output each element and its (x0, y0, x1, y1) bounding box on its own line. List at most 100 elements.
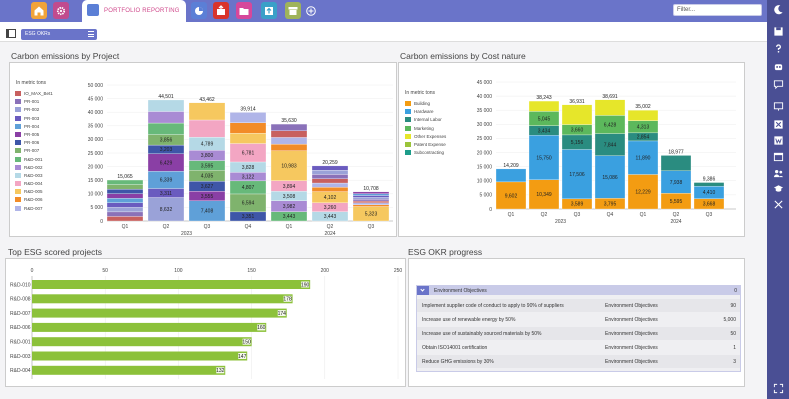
segment-label: 7,408 (201, 209, 214, 215)
score-bar (32, 280, 311, 289)
bar-segment (594, 99, 626, 116)
segment-label: 3,800 (201, 153, 214, 159)
tab-esg-okrs[interactable]: ESG OKRs (21, 29, 97, 40)
project-label: R&D-006 (10, 325, 31, 331)
upload-button[interactable] (261, 2, 277, 19)
y-tick-label: 5 000 (90, 205, 103, 211)
x-tick-label: Q1 (122, 224, 129, 230)
bar-segment (311, 187, 349, 192)
segment-label: 7,844 (604, 142, 617, 148)
report-tab-icon (87, 4, 99, 16)
segment-label: 3,311 (160, 191, 172, 197)
y-tick-label: 35 000 (477, 108, 493, 114)
table-row[interactable]: Obtain ISO14001 certification Environmen… (417, 341, 740, 354)
menu-icon[interactable] (88, 31, 94, 37)
night-mode-button[interactable] (772, 4, 784, 15)
x-tick-label: 50 (102, 268, 108, 274)
segment-label: 3,828 (242, 165, 255, 171)
total-label: 39,914 (240, 106, 256, 112)
total-label: 36,931 (569, 99, 585, 105)
table-row[interactable]: Increase use of renewable energy by 50% … (417, 313, 740, 326)
score-label: 132 (216, 368, 225, 374)
year-label: 2023 (181, 231, 192, 237)
bar-segment (229, 112, 267, 123)
x-tick-label: 250 (394, 268, 403, 274)
settings-button[interactable] (53, 2, 69, 19)
plus-circle-icon (306, 5, 316, 16)
total-label: 20,259 (322, 160, 338, 166)
upload-icon (265, 6, 273, 15)
bar-segment (352, 202, 390, 205)
tab-portfolio-reporting[interactable]: PORTFOLIO REPORTING (82, 0, 186, 22)
segment-label: 6,339 (160, 178, 173, 184)
total-label: 38,243 (536, 95, 552, 101)
presentation-button[interactable] (772, 101, 784, 112)
project-label: R&D-003 (10, 354, 31, 360)
okr-group-value: 0 (734, 288, 737, 294)
segment-label: 5,323 (365, 212, 378, 218)
x-tick-label: Q1 (640, 212, 647, 218)
presentation-icon (773, 102, 783, 111)
word-icon (773, 136, 783, 145)
okr-group-row[interactable]: Environment Objectives 0 (417, 286, 740, 295)
export-button[interactable] (213, 2, 229, 19)
tools-button[interactable] (772, 199, 784, 210)
training-button[interactable] (772, 183, 784, 194)
bar-segment (188, 102, 226, 121)
archive-button[interactable] (285, 2, 301, 19)
excel-button[interactable] (772, 119, 784, 130)
table-row[interactable]: Reduce GHG emissions by 30% Environment … (417, 355, 740, 368)
users-icon (773, 170, 783, 178)
segment-label: 5,156 (571, 140, 584, 146)
calendar-icon (773, 152, 783, 162)
home-button[interactable] (31, 2, 47, 19)
segment-label: 4,313 (637, 125, 650, 131)
calendar-button[interactable] (772, 151, 784, 162)
segment-label: 3,795 (604, 201, 617, 207)
y-tick-label: 40 000 (477, 94, 493, 100)
segment-label: 10,983 (281, 164, 297, 170)
bar-segment (106, 211, 144, 217)
okr-table: Environment Objectives 0 Implement suppl… (416, 285, 741, 372)
add-tab-button[interactable] (303, 2, 319, 19)
total-label: 18,977 (668, 149, 684, 155)
okr-name: Obtain ISO14001 certification (422, 344, 488, 351)
x-tick-label: 100 (174, 268, 183, 274)
segment-label: 12,229 (635, 190, 651, 196)
table-row[interactable]: Increase use of sustainably sourced mate… (417, 327, 740, 340)
x-tick-label: Q3 (706, 212, 713, 218)
bar-segment (660, 155, 692, 171)
fullscreen-button[interactable] (772, 383, 784, 394)
assistant-button[interactable] (772, 61, 784, 72)
x-tick-label: Q2 (541, 212, 548, 218)
okr-name: Reduce GHG emissions by 30% (422, 358, 494, 365)
score-label: 190 (301, 282, 310, 288)
okr-panel: Environment Objectives 0 Implement suppl… (408, 258, 745, 387)
y-tick-label: 45 000 (477, 80, 493, 86)
folder-button[interactable] (236, 2, 252, 19)
word-button[interactable] (772, 135, 784, 146)
comments-button[interactable] (772, 79, 784, 90)
x-tick-label: 150 (247, 268, 256, 274)
bar-segment (106, 202, 144, 208)
save-button[interactable] (772, 26, 784, 37)
filter-input[interactable]: Filter... (673, 4, 762, 16)
project-label: R&D-008 (10, 297, 31, 303)
y-tick-label: 45 000 (88, 96, 104, 102)
score-bar (32, 294, 293, 304)
pie-chart-button[interactable] (191, 2, 207, 19)
esg-chart-panel: 0 50 100 150 200 250 R&D-010 190 R&D-008 178 R&D-0… (5, 258, 406, 387)
segment-label: 3,351 (242, 214, 255, 220)
segment-label: 3,203 (160, 147, 173, 153)
collapse-chevron-icon[interactable] (417, 286, 429, 295)
help-icon (775, 44, 781, 53)
table-row[interactable]: Implement supplier code of conduct to ap… (417, 299, 740, 312)
users-button[interactable] (772, 168, 784, 179)
score-label: 150 (242, 340, 251, 346)
help-button[interactable] (772, 43, 784, 54)
cost-chart-panel: In metric tons Building Hardware Internal … (398, 62, 745, 237)
x-tick-label: Q2 (327, 224, 334, 230)
sidebar-toggle-button[interactable] (6, 29, 16, 38)
year-label: 2023 (555, 219, 566, 225)
bar-segment (352, 191, 390, 194)
